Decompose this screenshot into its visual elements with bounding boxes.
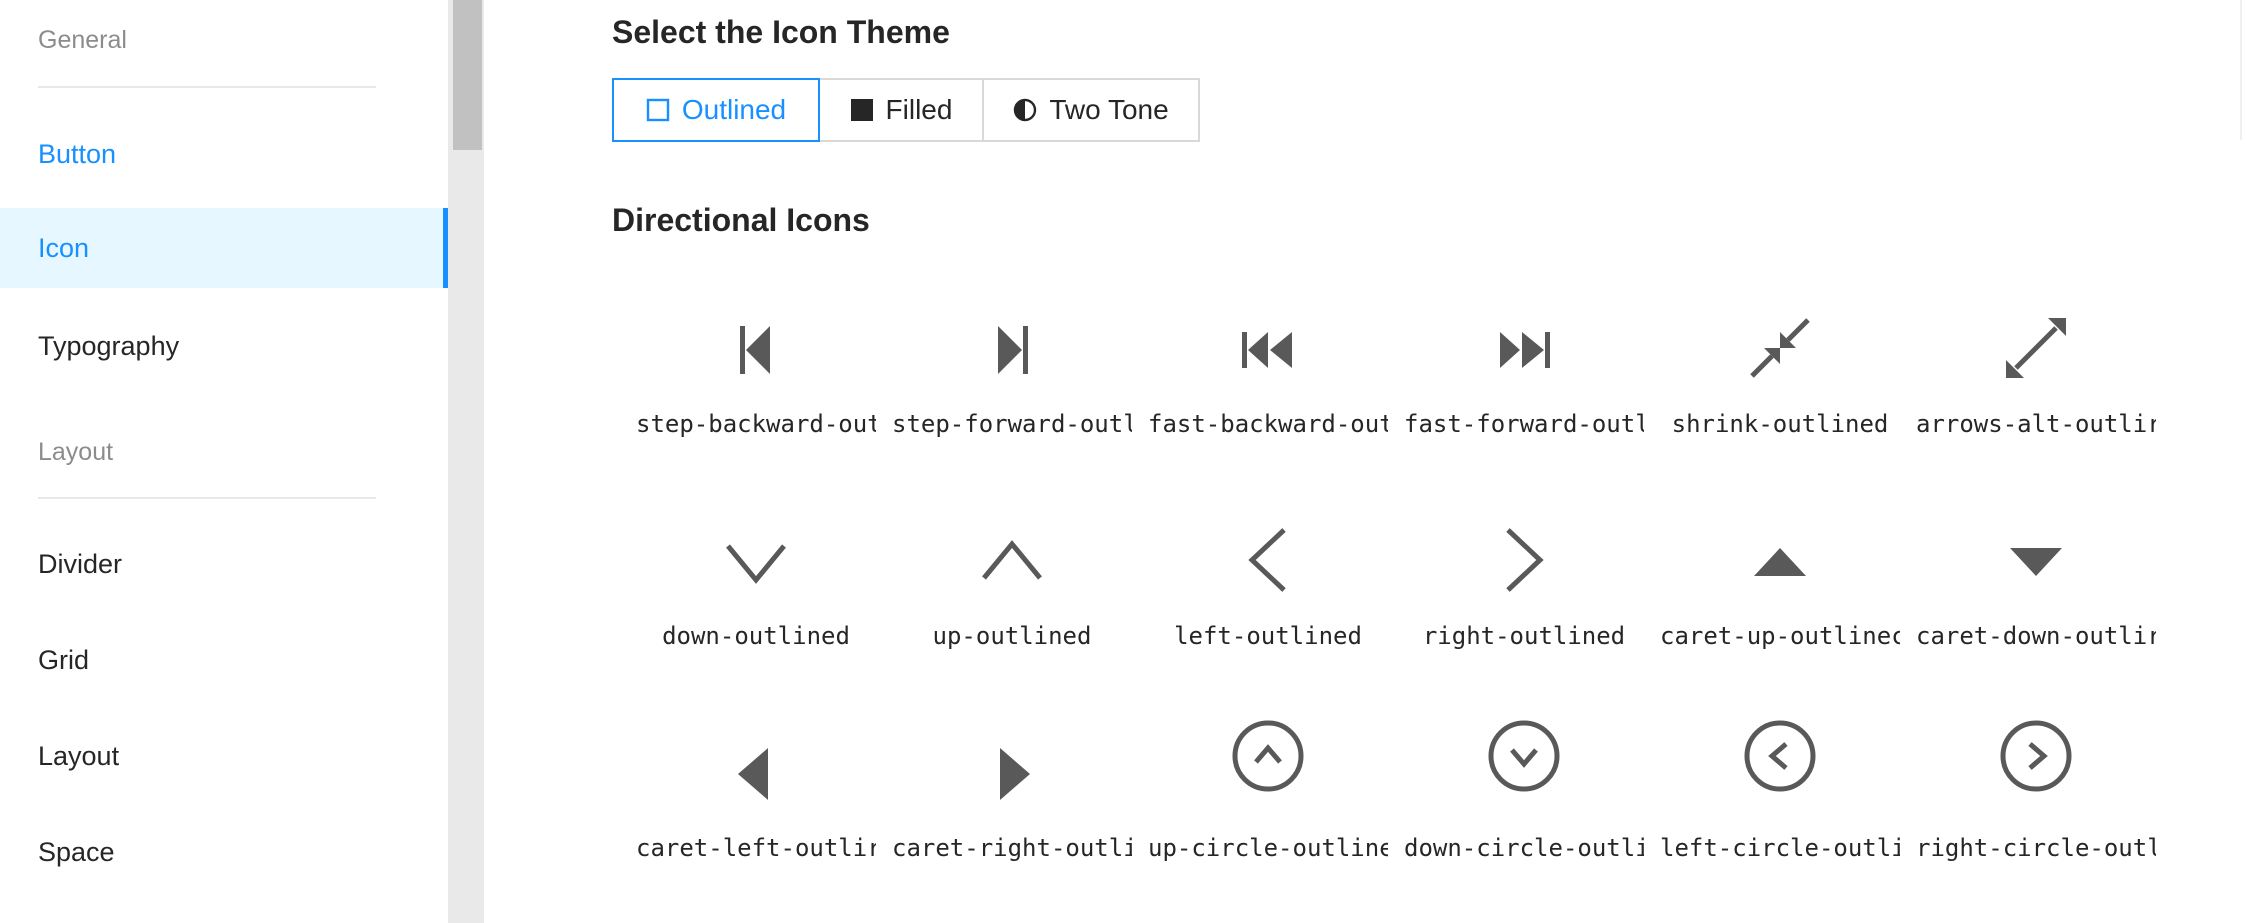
icon-card[interactable]: fast-backward-out <box>1148 300 1388 450</box>
icon-label: right-circle-outl <box>1916 834 2156 862</box>
theme-option-filled[interactable]: Filled <box>820 78 984 142</box>
icon-card[interactable]: arrows-alt-outlir <box>1916 300 2156 450</box>
icon-card[interactable]: step-forward-outl <box>892 300 1132 450</box>
theme-option-outlined[interactable]: Outlined <box>612 78 820 142</box>
fast-forward-icon <box>1500 332 1550 368</box>
left-icon <box>1248 528 1286 592</box>
icon-card[interactable]: left-outlined <box>1148 512 1388 662</box>
icon-label: up-outlined <box>932 622 1092 650</box>
sidebar-menu: General Button Icon Typography Layout Di… <box>0 0 448 923</box>
sidebar-scrollbar-thumb[interactable] <box>453 0 482 150</box>
sidebar-item-typography[interactable]: Typography <box>0 306 448 386</box>
icon-card[interactable]: up-circle-outline <box>1148 720 1388 874</box>
theme-option-label: Two Tone <box>1049 94 1169 125</box>
down-circle-icon <box>1488 720 1560 792</box>
icon-label: caret-left-outlir <box>636 834 876 862</box>
icon-card[interactable]: left-circle-outli <box>1660 720 1900 874</box>
icon-card[interactable]: caret-down-outlir <box>1916 512 2156 662</box>
icon-label: shrink-outlined <box>1671 410 1889 438</box>
sidebar-item-layout[interactable]: Layout <box>0 716 448 796</box>
icon-label: step-forward-outl <box>892 410 1132 438</box>
icon-label: fast-backward-out <box>1148 410 1388 438</box>
icon-card[interactable]: shrink-outlined <box>1660 300 1900 450</box>
icon-card[interactable]: right-circle-outl <box>1916 720 2156 874</box>
theme-selector: Outlined Filled Two Tone <box>612 78 1200 142</box>
icon-card[interactable]: caret-up-outlinec <box>1660 512 1900 662</box>
shrink-icon <box>1750 318 1810 378</box>
icon-card[interactable]: caret-right-outli <box>892 724 1132 874</box>
icon-label: left-outlined <box>1174 622 1362 650</box>
step-forward-icon <box>998 326 1028 374</box>
icon-label: caret-down-outlir <box>1916 622 2156 650</box>
down-icon <box>726 544 786 584</box>
right-icon <box>1506 528 1544 592</box>
icon-card[interactable]: fast-forward-outl <box>1404 300 1644 450</box>
icon-card[interactable]: right-outlined <box>1404 512 1644 662</box>
left-circle-icon <box>1744 720 1816 792</box>
step-backward-icon <box>740 326 770 374</box>
icon-label: arrows-alt-outlir <box>1916 410 2156 438</box>
group-title-general: General <box>38 26 127 54</box>
theme-option-label: Outlined <box>681 94 787 125</box>
theme-option-label: Filled <box>885 94 953 125</box>
menu-divider <box>38 497 376 499</box>
icon-card[interactable]: down-outlined <box>636 512 876 662</box>
up-circle-icon <box>1232 720 1304 792</box>
sidebar-item-grid[interactable]: Grid <box>0 620 448 700</box>
icon-label: right-outlined <box>1422 622 1626 650</box>
up-icon <box>982 540 1042 580</box>
main-content: Select the Icon Theme Outlined Filled Tw… <box>484 0 2246 923</box>
directional-icons-title: Directional Icons <box>612 202 870 238</box>
two-tone-circle-icon <box>1014 98 1037 122</box>
icon-card[interactable]: down-circle-outli <box>1404 720 1644 874</box>
sidebar-item-divider[interactable]: Divider <box>0 524 448 604</box>
sidebar-item-button[interactable]: Button <box>0 114 448 194</box>
icon-card[interactable]: up-outlined <box>892 512 1132 662</box>
theme-option-two-tone[interactable]: Two Tone <box>984 78 1200 142</box>
sidebar-item-space[interactable]: Space <box>0 812 448 892</box>
icon-label: down-outlined <box>662 622 850 650</box>
icon-label: fast-forward-outl <box>1404 410 1644 438</box>
page-scroll-edge <box>2240 0 2242 140</box>
arrows-alt-icon <box>2006 318 2066 378</box>
caret-up-icon <box>1754 548 1806 576</box>
icon-label: step-backward-out <box>636 410 876 438</box>
icon-card[interactable]: caret-left-outlir <box>636 724 876 874</box>
icon-label: left-circle-outli <box>1660 834 1900 862</box>
outlined-square-icon <box>646 98 670 122</box>
icon-label: up-circle-outline <box>1148 834 1388 862</box>
fast-backward-icon <box>1242 332 1292 368</box>
icon-label: caret-right-outli <box>892 834 1132 862</box>
caret-left-icon <box>738 748 768 800</box>
right-circle-icon <box>2000 720 2072 792</box>
menu-divider <box>38 86 376 88</box>
filled-square-icon <box>850 99 873 121</box>
theme-section-title: Select the Icon Theme <box>612 14 950 50</box>
icon-label: down-circle-outli <box>1404 834 1644 862</box>
icon-label: caret-up-outlinec <box>1660 622 1900 650</box>
caret-right-icon <box>1000 748 1030 800</box>
caret-down-icon <box>2010 548 2062 576</box>
group-title-layout: Layout <box>38 438 114 466</box>
icon-card[interactable]: step-backward-out <box>636 300 876 450</box>
sidebar-item-icon[interactable]: Icon <box>0 208 448 288</box>
